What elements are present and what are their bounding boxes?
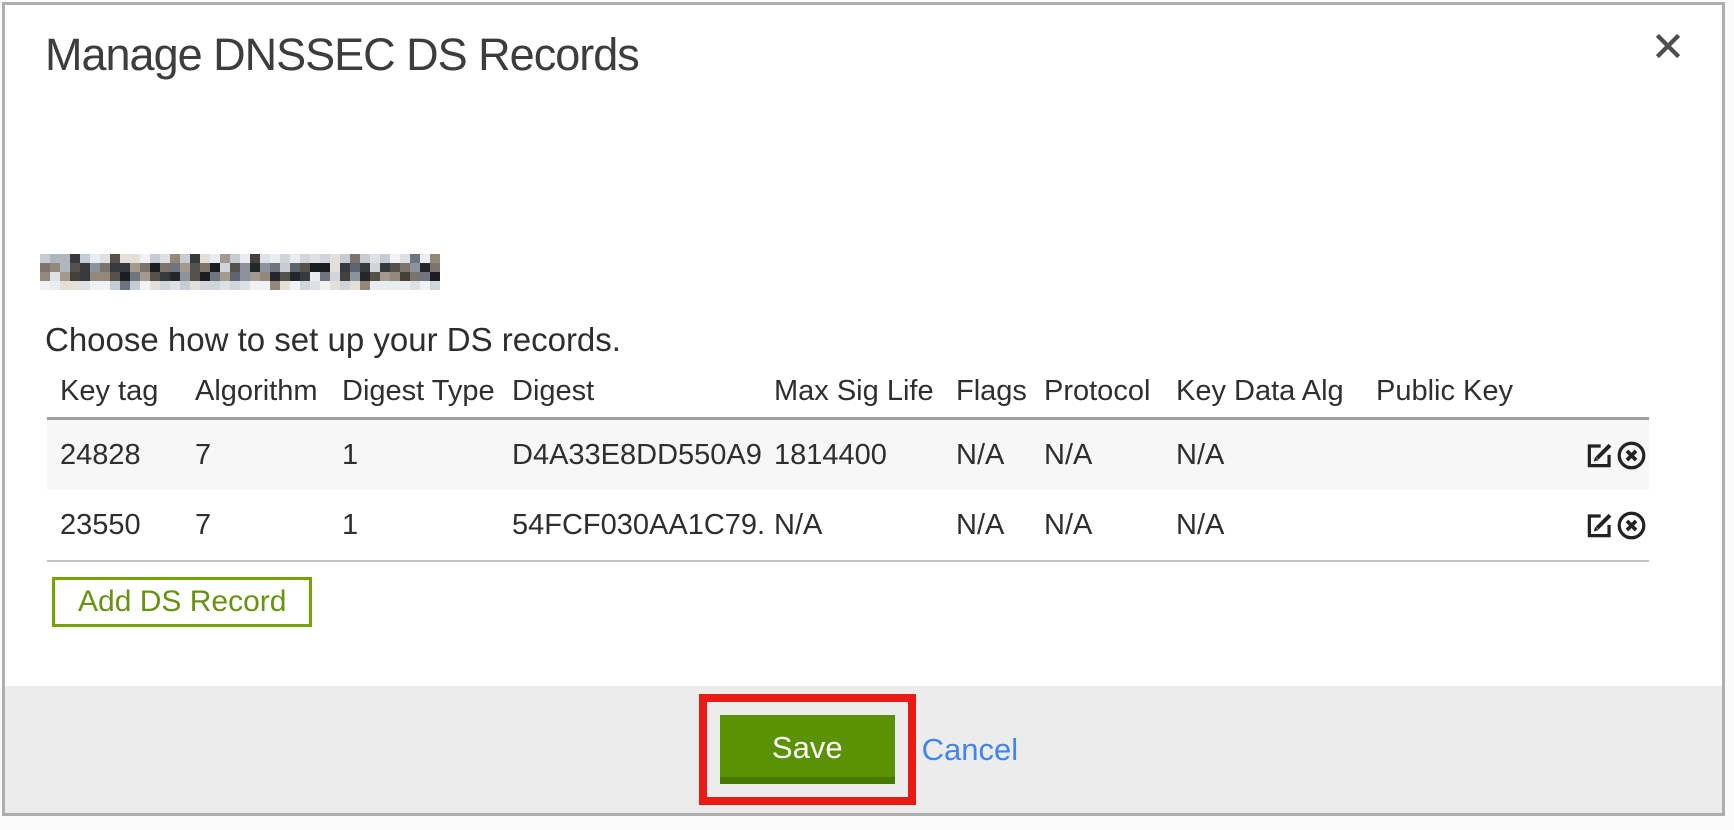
col-header-algorithm: Algorithm — [185, 365, 332, 419]
edit-record-icon[interactable] — [1584, 510, 1615, 541]
cell-digest: 54FCF030AA1C79... — [502, 490, 764, 561]
cell-protocol: N/A — [1034, 419, 1166, 491]
modal-footer: Save Cancel — [5, 686, 1722, 813]
cell-key-tag: 23550 — [47, 490, 185, 561]
col-header-actions — [1541, 365, 1649, 419]
cell-max-sig-life: 1814400 — [764, 419, 946, 491]
cell-public-key — [1366, 490, 1541, 561]
cell-key-data-alg: N/A — [1166, 490, 1366, 561]
delete-record-icon[interactable] — [1616, 440, 1647, 471]
instruction-text: Choose how to set up your DS records. — [45, 321, 621, 359]
row-actions — [1541, 419, 1649, 491]
delete-record-icon[interactable] — [1616, 510, 1647, 541]
col-header-key-data-alg: Key Data Alg — [1166, 365, 1366, 419]
col-header-digest-type: Digest Type — [332, 365, 502, 419]
table-header-row: Key tagAlgorithmDigest TypeDigestMax Sig… — [47, 365, 1649, 419]
page-title: Manage DNSSEC DS Records — [45, 29, 639, 81]
col-header-key-tag: Key tag — [47, 365, 185, 419]
col-header-digest: Digest — [502, 365, 764, 419]
cell-flags: N/A — [946, 419, 1034, 491]
col-header-flags: Flags — [946, 365, 1034, 419]
cell-key-data-alg: N/A — [1166, 419, 1366, 491]
ds-record-row: 2482871D4A33E8DD550A9...1814400N/AN/AN/A — [47, 419, 1649, 491]
cell-algorithm: 7 — [185, 490, 332, 561]
cell-digest-type: 1 — [332, 419, 502, 491]
cell-digest: D4A33E8DD550A9... — [502, 419, 764, 491]
save-button[interactable]: Save — [720, 715, 895, 784]
cell-max-sig-life: N/A — [764, 490, 946, 561]
dnssec-ds-records-modal: Manage DNSSEC DS Records Choose how to s… — [2, 2, 1725, 816]
close-icon[interactable] — [1650, 29, 1686, 65]
annotation-highlight-box: Save — [699, 694, 916, 805]
cancel-link[interactable]: Cancel — [922, 732, 1019, 768]
add-ds-record-button[interactable]: Add DS Record — [52, 577, 312, 627]
redacted-domain-name — [40, 254, 440, 290]
col-header-max-sig-life: Max Sig Life — [764, 365, 946, 419]
ds-records-table: Key tagAlgorithmDigest TypeDigestMax Sig… — [47, 365, 1649, 562]
cell-protocol: N/A — [1034, 490, 1166, 561]
row-actions — [1541, 490, 1649, 561]
cell-flags: N/A — [946, 490, 1034, 561]
cell-key-tag: 24828 — [47, 419, 185, 491]
cell-digest-type: 1 — [332, 490, 502, 561]
col-header-public-key: Public Key — [1366, 365, 1541, 419]
cell-public-key — [1366, 419, 1541, 491]
ds-record-row: 235507154FCF030AA1C79...N/AN/AN/AN/A — [47, 490, 1649, 561]
edit-record-icon[interactable] — [1584, 440, 1615, 471]
cell-algorithm: 7 — [185, 419, 332, 491]
col-header-protocol: Protocol — [1034, 365, 1166, 419]
